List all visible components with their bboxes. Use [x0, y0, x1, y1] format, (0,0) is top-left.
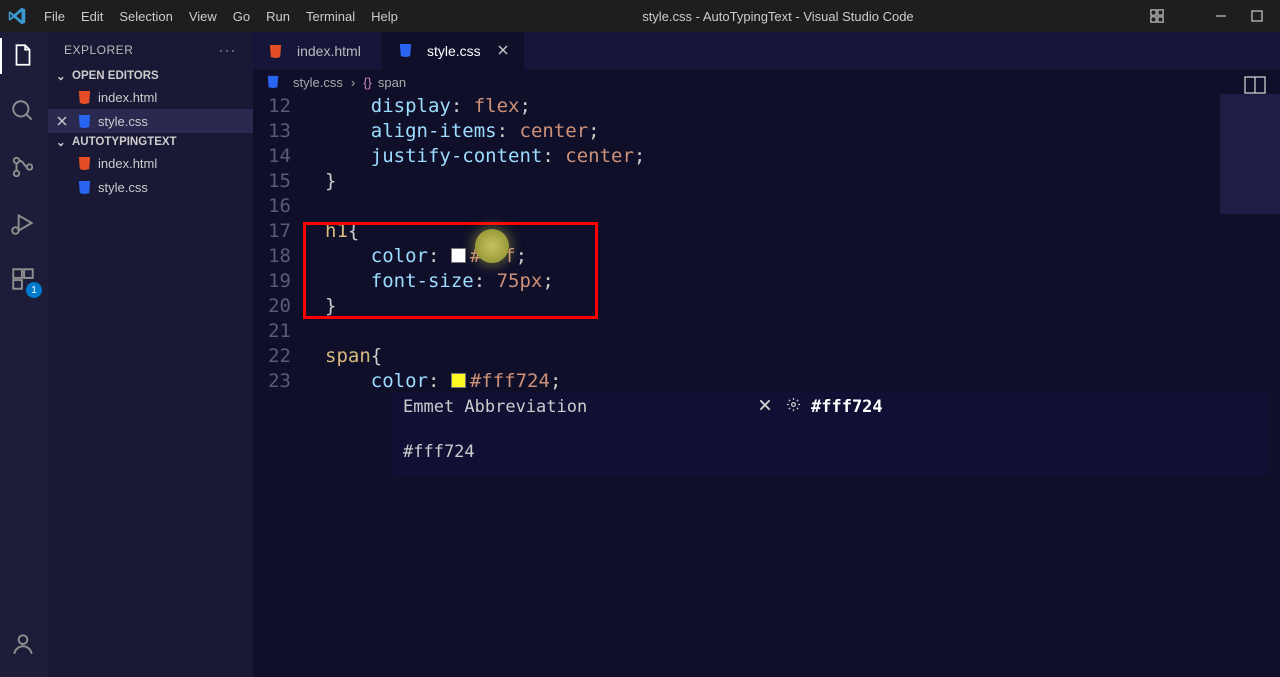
breadcrumb-symbol[interactable]: {} span	[363, 75, 406, 90]
extensions-icon[interactable]: 1	[10, 266, 38, 294]
bracket-icon: {}	[363, 75, 372, 90]
html-file-icon	[76, 155, 92, 171]
code-line[interactable]: display: flex;	[325, 94, 645, 119]
sidebar: EXPLORER ··· ⌄ OPEN EDITORS index.html s…	[48, 32, 253, 677]
close-icon[interactable]	[758, 395, 772, 420]
activity-bar: 1	[0, 32, 48, 677]
split-editor-icon[interactable]	[1244, 76, 1266, 94]
sidebar-title: EXPLORER	[64, 43, 133, 57]
layout-grid-icon[interactable]	[1150, 9, 1164, 23]
minimap[interactable]	[1220, 94, 1280, 214]
vscode-logo-icon	[8, 7, 26, 25]
open-editor-item[interactable]: style.css	[48, 109, 253, 133]
explorer-icon[interactable]	[10, 42, 38, 70]
gear-icon[interactable]	[786, 395, 801, 420]
menu-help[interactable]: Help	[363, 9, 406, 24]
code-line[interactable]: }	[325, 169, 645, 194]
title-bar: File Edit Selection View Go Run Terminal…	[0, 0, 1280, 32]
html-file-icon	[267, 43, 283, 59]
open-editors-header[interactable]: ⌄ OPEN EDITORS	[48, 67, 253, 85]
code-line[interactable]: color: #fff;	[325, 244, 645, 269]
close-icon[interactable]	[56, 115, 70, 127]
chevron-down-icon: ⌄	[56, 135, 70, 149]
css-file-icon	[397, 43, 413, 59]
code-line[interactable]: h1{	[325, 219, 645, 244]
open-editor-item[interactable]: index.html	[48, 85, 253, 109]
css-file-icon	[76, 179, 92, 195]
menu-edit[interactable]: Edit	[73, 9, 111, 24]
account-icon[interactable]	[10, 631, 38, 659]
file-tree-item[interactable]: index.html	[48, 151, 253, 175]
css-file-icon	[76, 113, 92, 129]
code-line[interactable]: justify-content: center;	[325, 144, 645, 169]
sidebar-more-icon[interactable]: ···	[219, 43, 237, 57]
code-line[interactable]	[325, 194, 645, 219]
tab-index-html[interactable]: index.html	[253, 32, 383, 70]
code-line[interactable]: color: #fff724;	[325, 369, 645, 394]
window-title: style.css - AutoTypingText - Visual Stud…	[406, 9, 1150, 24]
chevron-down-icon: ⌄	[56, 69, 70, 83]
minimize-button[interactable]	[1214, 9, 1228, 23]
extensions-badge: 1	[26, 282, 42, 298]
overlay-entry: #fff724	[403, 442, 475, 462]
code-line[interactable]: align-items: center;	[325, 119, 645, 144]
file-tree-item[interactable]: style.css	[48, 175, 253, 199]
close-icon[interactable]	[497, 43, 509, 59]
css-file-icon	[265, 74, 281, 90]
breadcrumb[interactable]: style.css › {} span	[253, 70, 1280, 94]
tabs-row: index.html style.css	[253, 32, 1280, 70]
overlay-title: Emmet Abbreviation	[403, 395, 758, 420]
code-line[interactable]: font-size: 75px;	[325, 269, 645, 294]
overlay-result: #fff724	[811, 395, 883, 420]
menu-selection[interactable]: Selection	[111, 9, 180, 24]
sidebar-header: EXPLORER ···	[48, 32, 253, 67]
menu-view[interactable]: View	[181, 9, 225, 24]
emmet-abbreviation-overlay: Emmet Abbreviation #fff724 #fff724	[393, 392, 1270, 475]
chevron-right-icon: ›	[351, 75, 355, 90]
code-line[interactable]: }	[325, 294, 645, 319]
maximize-button[interactable]	[1250, 9, 1264, 23]
run-debug-icon[interactable]	[10, 210, 38, 238]
menu-file[interactable]: File	[36, 9, 73, 24]
editor-area: index.html style.css style.css › {} span	[253, 32, 1280, 677]
source-control-icon[interactable]	[10, 154, 38, 182]
code-line[interactable]	[325, 319, 645, 344]
code-line[interactable]: span{	[325, 344, 645, 369]
menu-terminal[interactable]: Terminal	[298, 9, 363, 24]
project-header[interactable]: ⌄ AUTOTYPINGTEXT	[48, 133, 253, 151]
html-file-icon	[76, 89, 92, 105]
search-icon[interactable]	[10, 98, 38, 126]
menu-run[interactable]: Run	[258, 9, 298, 24]
tab-style-css[interactable]: style.css	[383, 32, 524, 70]
breadcrumb-file[interactable]: style.css	[265, 74, 343, 90]
menu-go[interactable]: Go	[225, 9, 258, 24]
code-editor[interactable]: 121314151617181920212223 display: flex; …	[253, 94, 1280, 677]
